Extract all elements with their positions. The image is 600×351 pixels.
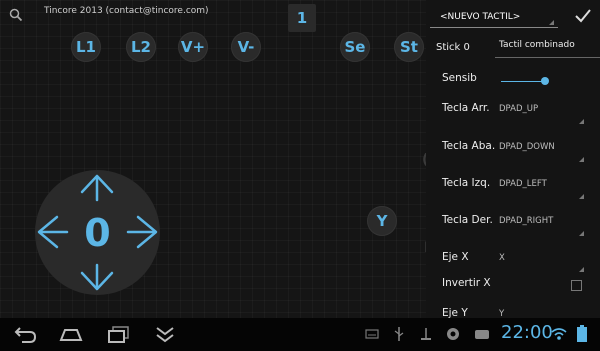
key-up-value[interactable]: DPAD_UP <box>499 104 538 114</box>
app-notification-icon <box>447 328 459 340</box>
axis-y-row[interactable]: Eje Y Y <box>426 306 600 319</box>
axis-x-value[interactable]: X <box>499 253 505 263</box>
stick-type-value: Tactil combinado <box>499 40 575 50</box>
select-button[interactable]: Se <box>340 32 370 62</box>
invert-x-label: Invertir X <box>442 277 491 289</box>
key-left-value[interactable]: DPAD_LEFT <box>499 179 547 189</box>
key-up-label: Tecla Arr. <box>442 102 490 114</box>
search-icon[interactable] <box>9 8 23 22</box>
back-icon[interactable] <box>12 324 38 344</box>
volume-down-button[interactable]: V- <box>231 32 261 62</box>
recent-apps-icon[interactable] <box>106 324 132 344</box>
key-down-value[interactable]: DPAD_DOWN <box>499 142 555 152</box>
sensib-row: Sensib <box>426 70 600 94</box>
check-icon[interactable] <box>574 7 592 25</box>
profile-select-value: <NUEVO TACTIL> <box>440 11 521 22</box>
dropdown-corner-icon <box>579 119 584 124</box>
key-up-row[interactable]: Tecla Arr. DPAD_UP <box>426 100 600 128</box>
dropdown-corner-icon <box>579 231 584 236</box>
settings-panel: <NUEVO TACTIL> Stick 0 Tactil combinado … <box>426 0 600 319</box>
axis-x-label: Eje X <box>442 251 469 263</box>
sensib-slider-thumb[interactable] <box>541 77 549 85</box>
sensib-label: Sensib <box>442 72 477 84</box>
volume-up-button[interactable]: V+ <box>178 32 208 62</box>
clock: 22:00 <box>501 322 553 343</box>
system-navbar: 22:00 <box>0 318 600 351</box>
credit-text: Tincore 2013 (contact@tincore.com) <box>44 6 209 16</box>
debug-icon <box>421 328 431 340</box>
dropdown-corner-icon <box>579 194 584 199</box>
dropdown-corner-icon <box>579 267 584 272</box>
game-notification-icon <box>475 330 489 339</box>
usb-icon <box>394 327 404 341</box>
axis-x-row[interactable]: Eje X X <box>426 249 600 275</box>
key-left-row[interactable]: Tecla Izq. DPAD_LEFT <box>426 175 600 203</box>
dropdown-corner-icon <box>549 20 554 25</box>
dpad-control[interactable]: 0 <box>35 170 160 295</box>
key-right-label: Tecla Der. <box>442 214 493 226</box>
dropdown-corner-icon <box>579 157 584 162</box>
y-button[interactable]: Y <box>367 206 397 236</box>
sensib-slider-track[interactable] <box>501 81 545 82</box>
stick-type-select[interactable]: Tactil combinado <box>495 37 600 58</box>
key-right-row[interactable]: Tecla Der. DPAD_RIGHT <box>426 212 600 240</box>
key-down-row[interactable]: Tecla Aba. DPAD_DOWN <box>426 138 600 166</box>
dpad-index: 0 <box>84 210 111 255</box>
counter-badge[interactable]: 1 <box>288 4 316 32</box>
panel-header: <NUEVO TACTIL> <box>426 0 600 34</box>
invert-x-checkbox[interactable] <box>571 280 582 291</box>
hide-keyboard-icon[interactable] <box>154 324 176 344</box>
wifi-icon <box>551 328 567 340</box>
key-left-label: Tecla Izq. <box>442 177 491 189</box>
start-button[interactable]: St <box>394 32 424 62</box>
l2-button[interactable]: L2 <box>126 32 156 62</box>
l1-button[interactable]: L1 <box>71 32 101 62</box>
stick-label: Stick 0 <box>436 42 470 53</box>
profile-select[interactable]: <NUEVO TACTIL> <box>430 6 558 28</box>
key-down-label: Tecla Aba. <box>442 140 496 152</box>
battery-icon <box>577 325 587 342</box>
key-right-value[interactable]: DPAD_RIGHT <box>499 216 553 226</box>
home-icon[interactable] <box>58 324 84 344</box>
keyboard-icon <box>365 329 379 339</box>
